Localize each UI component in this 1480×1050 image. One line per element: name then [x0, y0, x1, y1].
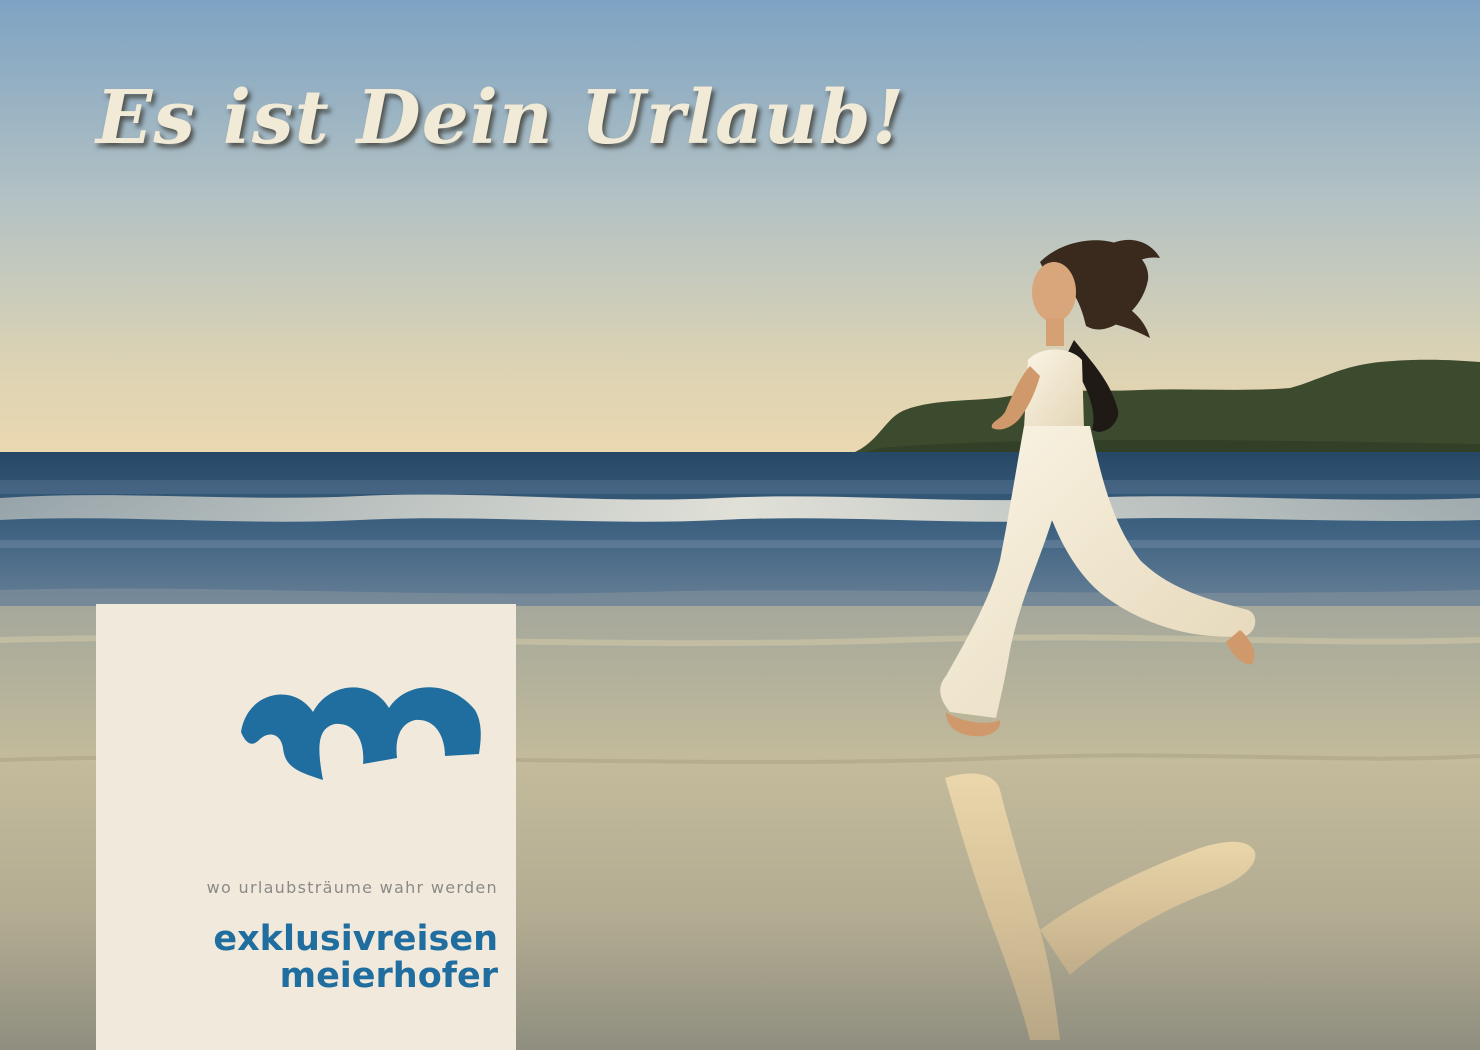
tagline: wo urlaubsträume wahr werden: [206, 878, 498, 897]
headline: Es ist Dein Urlaub!: [96, 75, 906, 161]
logo-card: wo urlaubsträume wahr werden exklusivrei…: [96, 604, 516, 1050]
m-wave-logo-icon: [241, 687, 481, 780]
holiday-advertisement: Es ist Dein Urlaub! wo urlaubsträume wah…: [0, 0, 1480, 1050]
surf-foam: [0, 494, 1480, 522]
brand-name-line-1: exklusivreisen: [213, 919, 498, 959]
brand-name-line-2: meierhofer: [279, 956, 498, 996]
